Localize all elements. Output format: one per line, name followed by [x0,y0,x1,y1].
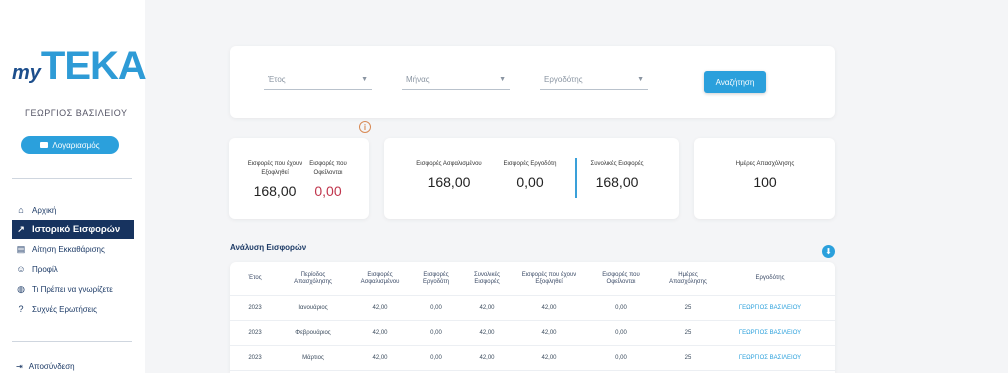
column-header: Εισφορές Εργοδότη [422,271,450,285]
table-cell: 25 [684,304,692,311]
logout-link[interactable]: ⇥ Αποσύνδεση [16,362,75,371]
sidebar-item-label: Αρχική [32,205,57,215]
sidebar-item-label: Τι Πρέπει να γνωρίζετε [32,284,113,294]
table-cell: 42,00 [541,304,557,311]
table-cell: 42,00 [372,354,388,361]
table-cell: 2023 [248,304,262,311]
column-header: Εισφορές που Οφείλονται [602,271,640,285]
table-cell: 42,00 [479,354,495,361]
year-select[interactable]: Έτος ▼ [264,70,372,90]
table-cell: 0,00 [615,304,627,311]
total-contributions: Συνολικές Εισφορές 168,00 [590,161,644,190]
table-cell: 0,00 [430,304,442,311]
employment-days-card: Ημέρες Απασχόλησης 100 [694,138,835,219]
card-icon: ▤ [16,243,26,254]
table-row: 2023 Φεβρουάριος 42,00 0,00 42,00 42,00 0,00 25… [230,321,835,346]
table-cell: 2023 [248,354,262,361]
month-select[interactable]: Μήνας ▼ [402,70,510,90]
table-cell: 0,00 [430,329,442,336]
sidebar-item-label: Αίτηση Εκκαθάρισης [32,244,105,254]
table-cell: Ιανουάριος [298,304,328,311]
globe-icon: ◍ [17,283,25,294]
sidebar-item-label: Προφίλ [32,264,58,274]
column-header: Εισφορές που έχουν Εξοφληθεί [521,271,577,285]
table-cell: 2023 [248,329,262,336]
sidebar-item-label: Συχνές Ερωτήσεις [32,304,97,314]
sidebar-nav: ⌂ Αρχική ↗ Ιστορικό Εισφορών ▤ Αίτηση Εκκαθάρ… [12,200,134,319]
filter-card: Έτος ▼ Μήνας ▼ Εργοδότης ▼ Αναζήτηση [230,46,835,118]
table-cell: 25 [684,354,692,361]
table-cell: 42,00 [372,329,388,336]
table-cell[interactable]: ΓΕΩΡΓΙΟΣ ΒΑΣΙΛΕΙΟΥ [720,305,820,312]
employment-days: Ημέρες Απασχόλησης 100 [735,161,795,190]
table-header: Έτος Περίοδος Απασχόλησης Εισφορές Ασφαλισ… [230,262,835,296]
profile-button[interactable]: Λογαριασμός [21,136,119,154]
contributions-table: Έτος Περίοδος Απασχόλησης Εισφορές Ασφαλισ… [230,262,835,373]
trend-icon: ↗ [17,224,25,234]
column-header: Συνολικές Εισφορές [473,271,501,285]
column-header: Έτος [248,275,262,281]
search-button[interactable]: Αναζήτηση [704,71,766,93]
column-header: Εργοδότης [755,275,785,281]
download-icon[interactable]: ⬇ [822,245,835,258]
contributions-card: Εισφορές Ασφαλισμένου 168,00 Εισφορές Ερ… [384,138,679,219]
sidebar-item-label: Ιστορικό Εισφορών [32,224,121,235]
table-cell: 42,00 [372,304,388,311]
chevron-down-icon: ▼ [637,76,644,83]
logo: myTEKA [12,44,147,88]
sidebar: myTEKA ΓΕΩΡΓΙΟΣ ΒΑΣΙΛΕΙΟΥ Λογαριασμός ⌂ Α… [0,0,147,373]
info-icon[interactable]: i [359,121,371,133]
table-cell: 0,00 [430,354,442,361]
table-cell: Μάρτιος [302,354,324,361]
table-cell: 0,00 [615,329,627,336]
table-cell[interactable]: ΓΕΩΡΓΙΟΣ ΒΑΣΙΛΕΙΟΥ [720,355,820,362]
sidebar-item-5[interactable]: ? Συχνές Ερωτήσεις [12,299,134,319]
payments-card: Εισφορές που έχουν Εξοφληθεί 168,00 Εισφ… [229,138,369,219]
sidebar-item-1[interactable]: ↗ Ιστορικό Εισφορών [12,220,134,239]
table-row: 2023 Ιανουάριος 42,00 0,00 42,00 42,00 0,00 25 Γ… [230,296,835,321]
column-header: Περίοδος Απασχόλησης [294,271,332,285]
table-cell: 25 [684,329,692,336]
divider [12,178,132,179]
insured-contributions: Εισφορές Ασφαλισμένου 168,00 [416,161,482,190]
column-header: Εισφορές Ασφαλισμένου [360,271,400,285]
logout-icon: ⇥ [16,362,23,371]
table-cell[interactable]: ΓΕΩΡΓΙΟΣ ΒΑΣΙΛΕΙΟΥ [720,330,820,337]
sidebar-item-0[interactable]: ⌂ Αρχική [12,200,134,220]
employer-select[interactable]: Εργοδότης ▼ [540,70,648,90]
table-cell: Φεβρουάριος [295,329,331,336]
table-cell: 42,00 [541,354,557,361]
sidebar-item-2[interactable]: ▤ Αίτηση Εκκαθάρισης [12,239,134,259]
user-icon: ☺ [16,264,26,274]
table-cell: 0,00 [615,354,627,361]
question-icon: ? [18,304,24,314]
table-row: 2023 Μάρτιος 42,00 0,00 42,00 42,00 0,00 25 ΓΕΩΡ… [230,346,835,371]
home-icon: ⌂ [18,205,24,215]
sidebar-item-3[interactable]: ☺ Προφίλ [12,259,134,279]
divider [12,341,132,342]
chevron-down-icon: ▼ [361,76,368,83]
column-header: Ημέρες Απασχόλησης [669,271,707,285]
due-contributions: Εισφορές που Οφείλονται 0,00 [309,161,347,199]
divider [575,158,577,198]
sidebar-item-4[interactable]: ◍ Τι Πρέπει να γνωρίζετε [12,279,134,299]
table-cell: 42,00 [479,304,495,311]
table-cell: 42,00 [479,329,495,336]
paid-contributions: Εισφορές που έχουν Εξοφληθεί 168,00 [247,161,303,199]
user-name: ΓΕΩΡΓΙΟΣ ΒΑΣΙΛΕΙΟΥ [25,108,128,118]
employer-contributions: Εισφορές Εργοδότη 0,00 [503,161,557,190]
chevron-down-icon: ▼ [499,76,506,83]
section-title: Ανάλυση Εισφορών [230,243,307,252]
table-cell: 42,00 [541,329,557,336]
wallet-icon [40,142,49,148]
